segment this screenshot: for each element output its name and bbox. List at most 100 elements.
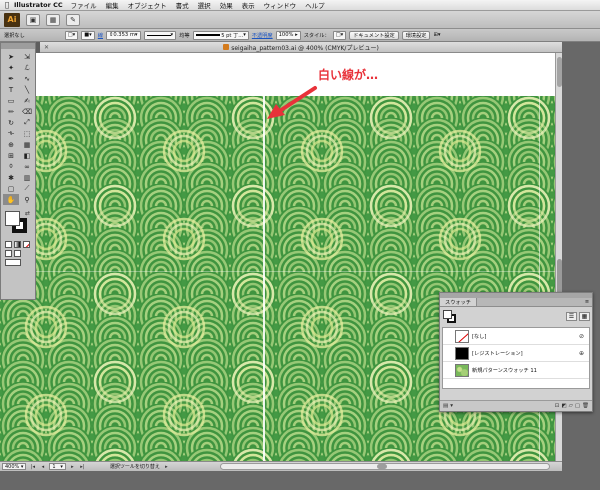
fill-stroke-wells: ⇄ bbox=[1, 209, 35, 239]
type-tool-icon[interactable]: T bbox=[3, 84, 19, 95]
eyedropper-tool-icon[interactable]: ⌽ bbox=[3, 161, 19, 172]
magic-wand-tool-icon[interactable]: ✦ bbox=[3, 62, 19, 73]
opacity-link[interactable]: 不透明度 bbox=[252, 32, 273, 39]
menu-object[interactable]: オブジェクト bbox=[128, 0, 167, 10]
eraser-tool-icon[interactable]: ⌫ bbox=[19, 106, 35, 117]
document-setup-button[interactable]: ドキュメント設定 bbox=[349, 30, 399, 40]
perspective-grid-tool-icon[interactable]: ▦ bbox=[19, 139, 35, 150]
swatch-fill-well[interactable] bbox=[443, 310, 452, 319]
menu-effect[interactable]: 効果 bbox=[220, 0, 233, 10]
pencil-tool-icon[interactable]: ✏ bbox=[3, 106, 19, 117]
draw-behind-icon[interactable] bbox=[14, 250, 21, 257]
stroke-color-dropdown[interactable]: ■▾ bbox=[81, 30, 95, 40]
close-document-icon[interactable]: ✕ bbox=[43, 44, 50, 51]
column-graph-tool-icon[interactable]: ▥ bbox=[19, 172, 35, 183]
zoom-field[interactable]: 400% ▾ bbox=[2, 463, 27, 470]
scale-tool-icon[interactable]: ⤢ bbox=[19, 117, 35, 128]
app-name[interactable]: Illustrator CC bbox=[14, 1, 63, 9]
graphic-style-dropdown[interactable]: □▾ bbox=[332, 30, 347, 40]
variable-width-profile[interactable]: ▾ bbox=[143, 30, 177, 40]
thumbnail-view-icon[interactable]: ▦ bbox=[579, 312, 590, 321]
rectangle-tool-icon[interactable]: ▭ bbox=[3, 95, 19, 106]
status-bar: 400% ▾ |◂ ◂ 1 ▾ ▸ ▸| 選択ツールを切り替え ▸ bbox=[0, 461, 562, 471]
color-group-icon[interactable]: ◩ bbox=[561, 403, 566, 409]
menu-file[interactable]: ファイル bbox=[71, 0, 97, 10]
workspace-icon[interactable]: ✎ bbox=[66, 13, 80, 26]
line-segment-tool-icon[interactable]: ╲ bbox=[19, 84, 35, 95]
menu-help[interactable]: ヘルプ bbox=[305, 0, 325, 10]
lasso-tool-icon[interactable]: ℒ bbox=[19, 62, 35, 73]
new-color-group-icon[interactable]: ▱ bbox=[569, 403, 573, 409]
brush-definition[interactable]: 5 pt 丁... ▾ bbox=[192, 30, 249, 40]
opacity-field[interactable]: 100% ▸ bbox=[275, 30, 301, 40]
stroke-weight-field[interactable]: ⇕ 0.353 m ▾ bbox=[106, 30, 141, 40]
non-editable-icon: ⊘ bbox=[578, 332, 584, 340]
artboard-field[interactable]: 1 ▾ bbox=[49, 463, 66, 470]
pen-tool-icon[interactable]: ✒ bbox=[3, 73, 19, 84]
color-icon[interactable] bbox=[5, 241, 12, 248]
delete-swatch-icon[interactable]: 🗑 bbox=[582, 403, 589, 409]
selection-status: 選択なし bbox=[4, 32, 25, 39]
none-icon[interactable] bbox=[23, 241, 30, 248]
previous-artboard-icon[interactable]: ◂ bbox=[39, 463, 46, 470]
vertical-scroll-thumb[interactable] bbox=[557, 57, 562, 87]
swatch-registration[interactable]: [レジストレーション] ⊕ bbox=[443, 345, 589, 362]
mesh-tool-icon[interactable]: ⊞ bbox=[3, 150, 19, 161]
status-menu-icon[interactable]: ▸ bbox=[163, 463, 170, 470]
first-artboard-icon[interactable]: |◂ bbox=[29, 463, 36, 470]
stroke-panel-link[interactable]: 線 bbox=[98, 32, 103, 39]
gradient-icon[interactable] bbox=[14, 241, 21, 248]
swatch-libraries-icon[interactable]: ▤ bbox=[443, 403, 448, 409]
fill-well[interactable] bbox=[5, 211, 20, 226]
stroke-weight-value: 0.353 m bbox=[113, 32, 135, 38]
screen-mode-icon[interactable] bbox=[5, 259, 21, 266]
swatch-label: [レジストレーション] bbox=[472, 350, 523, 357]
tools-grid: ➤ ⇲ ✦ ℒ ✒ ∿ T ╲ ▭ ✍ ✏ ⌫ ↻ ⤢ ⟛ ⬚ ⊕ ▦ ⊞ ◧ … bbox=[1, 49, 35, 205]
menu-type[interactable]: 書式 bbox=[176, 0, 189, 10]
shape-builder-tool-icon[interactable]: ⊕ bbox=[3, 139, 19, 150]
last-artboard-icon[interactable]: ▸| bbox=[79, 463, 86, 470]
rotate-tool-icon[interactable]: ↻ bbox=[3, 117, 19, 128]
show-kinds-icon[interactable]: ▾ bbox=[450, 403, 453, 409]
new-swatch-icon[interactable]: ▢ bbox=[575, 403, 580, 409]
horizontal-tile-seam bbox=[0, 271, 555, 272]
illustrator-logo: Ai bbox=[4, 12, 20, 27]
swatch-options-icon[interactable]: ⊡ bbox=[555, 403, 560, 409]
zoom-tool-icon[interactable]: ⚲ bbox=[19, 194, 35, 205]
width-tool-icon[interactable]: ⟛ bbox=[3, 128, 19, 139]
horizontal-scrollbar[interactable] bbox=[220, 463, 550, 470]
paintbrush-tool-icon[interactable]: ✍ bbox=[19, 95, 35, 106]
list-view-icon[interactable]: ☰ bbox=[566, 312, 577, 321]
hand-tool-icon[interactable]: ✋ bbox=[3, 194, 19, 205]
preferences-button[interactable]: 環境設定 bbox=[401, 30, 431, 40]
menu-window[interactable]: ウィンドウ bbox=[264, 0, 297, 10]
none-swatch-chip bbox=[455, 329, 469, 343]
artboard-tool-icon[interactable]: ▢ bbox=[3, 183, 19, 194]
free-transform-tool-icon[interactable]: ⬚ bbox=[19, 128, 35, 139]
apple-icon[interactable]:  bbox=[0, 1, 14, 9]
next-artboard-icon[interactable]: ▸ bbox=[69, 463, 76, 470]
draw-normal-icon[interactable] bbox=[5, 250, 12, 257]
selection-tool-icon[interactable]: ➤ bbox=[3, 51, 19, 62]
bridge-icon[interactable]: ▣ bbox=[26, 13, 40, 26]
menu-view[interactable]: 表示 bbox=[242, 0, 255, 10]
horizontal-scroll-thumb[interactable] bbox=[377, 464, 387, 469]
menu-edit[interactable]: 編集 bbox=[106, 0, 119, 10]
menu-select[interactable]: 選択 bbox=[198, 0, 211, 10]
gradient-tool-icon[interactable]: ◧ bbox=[19, 150, 35, 161]
swatch-pattern[interactable]: 新規パターンスウォッチ 11 bbox=[443, 362, 589, 379]
curvature-tool-icon[interactable]: ∿ bbox=[19, 73, 35, 84]
swap-fill-stroke-icon[interactable]: ⇄ bbox=[25, 210, 30, 217]
swatch-none[interactable]: [なし] ⊘ bbox=[443, 328, 589, 345]
blend-tool-icon[interactable]: ∞ bbox=[19, 161, 35, 172]
direct-selection-tool-icon[interactable]: ⇲ bbox=[19, 51, 35, 62]
document-tab[interactable]: ✕ seigaiha_pattern03.ai @ 400% (CMYK/プレビ… bbox=[40, 42, 562, 53]
fill-color-dropdown[interactable]: □▾ bbox=[64, 30, 79, 40]
swatch-label: [なし] bbox=[472, 333, 487, 340]
tab-swatches[interactable]: スウォッチ bbox=[440, 298, 477, 306]
arrange-documents-icon[interactable]: ▦ bbox=[46, 13, 60, 26]
arrange-icon[interactable]: ⊞▾ bbox=[433, 32, 440, 38]
symbol-sprayer-tool-icon[interactable]: ✱ bbox=[3, 172, 19, 183]
panel-menu-icon[interactable]: ≡ bbox=[582, 298, 592, 306]
slice-tool-icon[interactable]: ⟋ bbox=[19, 183, 35, 194]
